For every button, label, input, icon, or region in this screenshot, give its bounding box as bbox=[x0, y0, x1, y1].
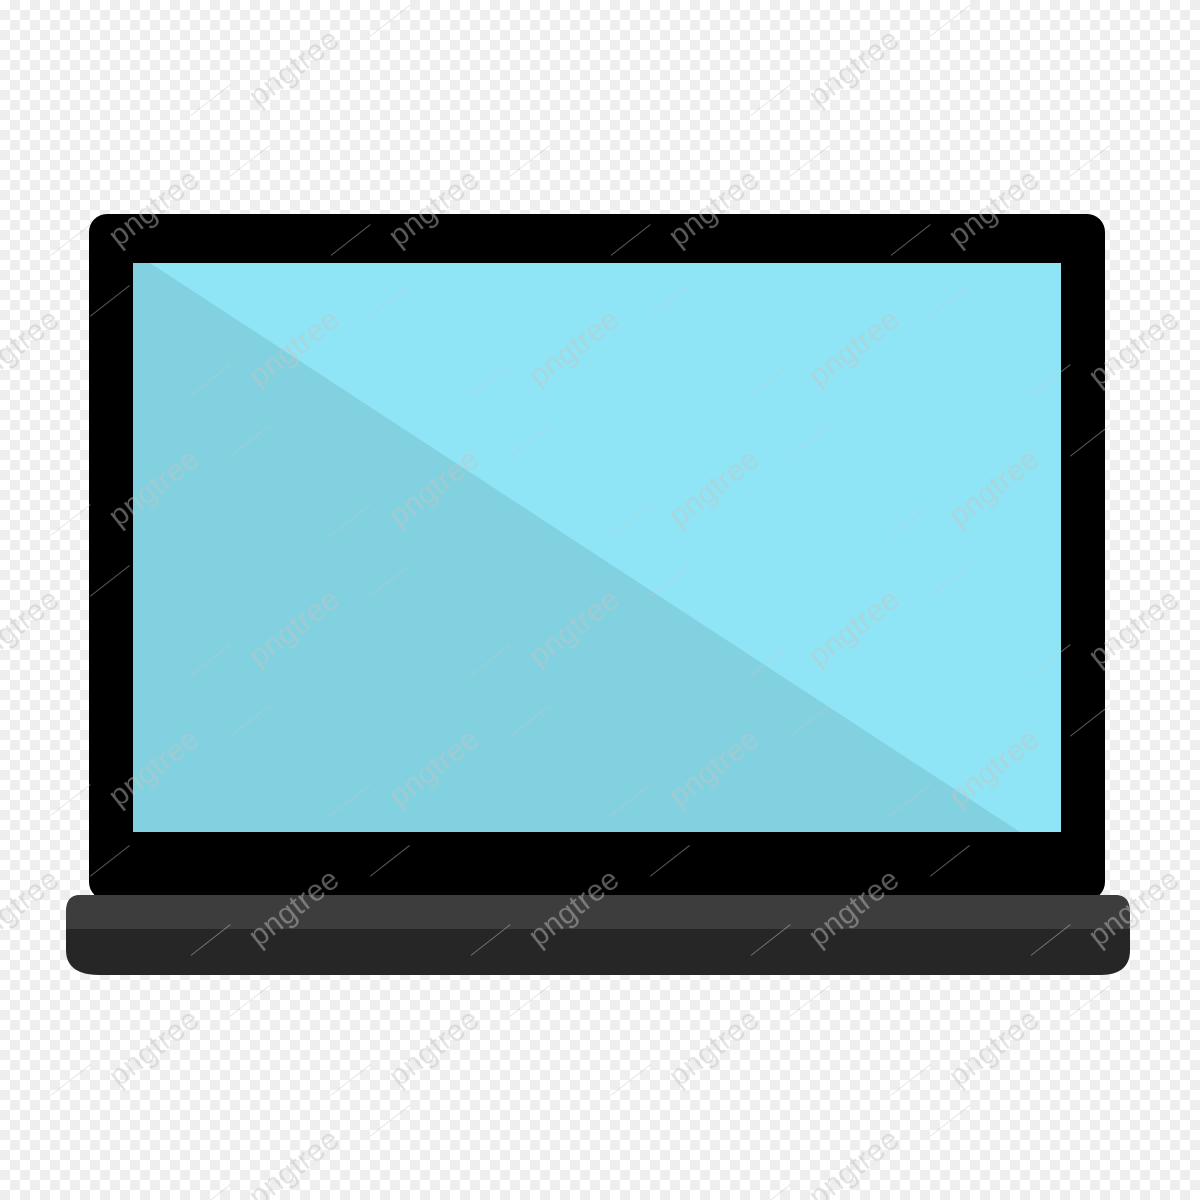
laptop-base-highlight bbox=[66, 895, 1130, 929]
transparent-checkerboard-background: pngtree pngtree pngtree pngtree pngtree pngtr… bbox=[0, 0, 1200, 1200]
laptop-icon bbox=[66, 214, 1130, 975]
